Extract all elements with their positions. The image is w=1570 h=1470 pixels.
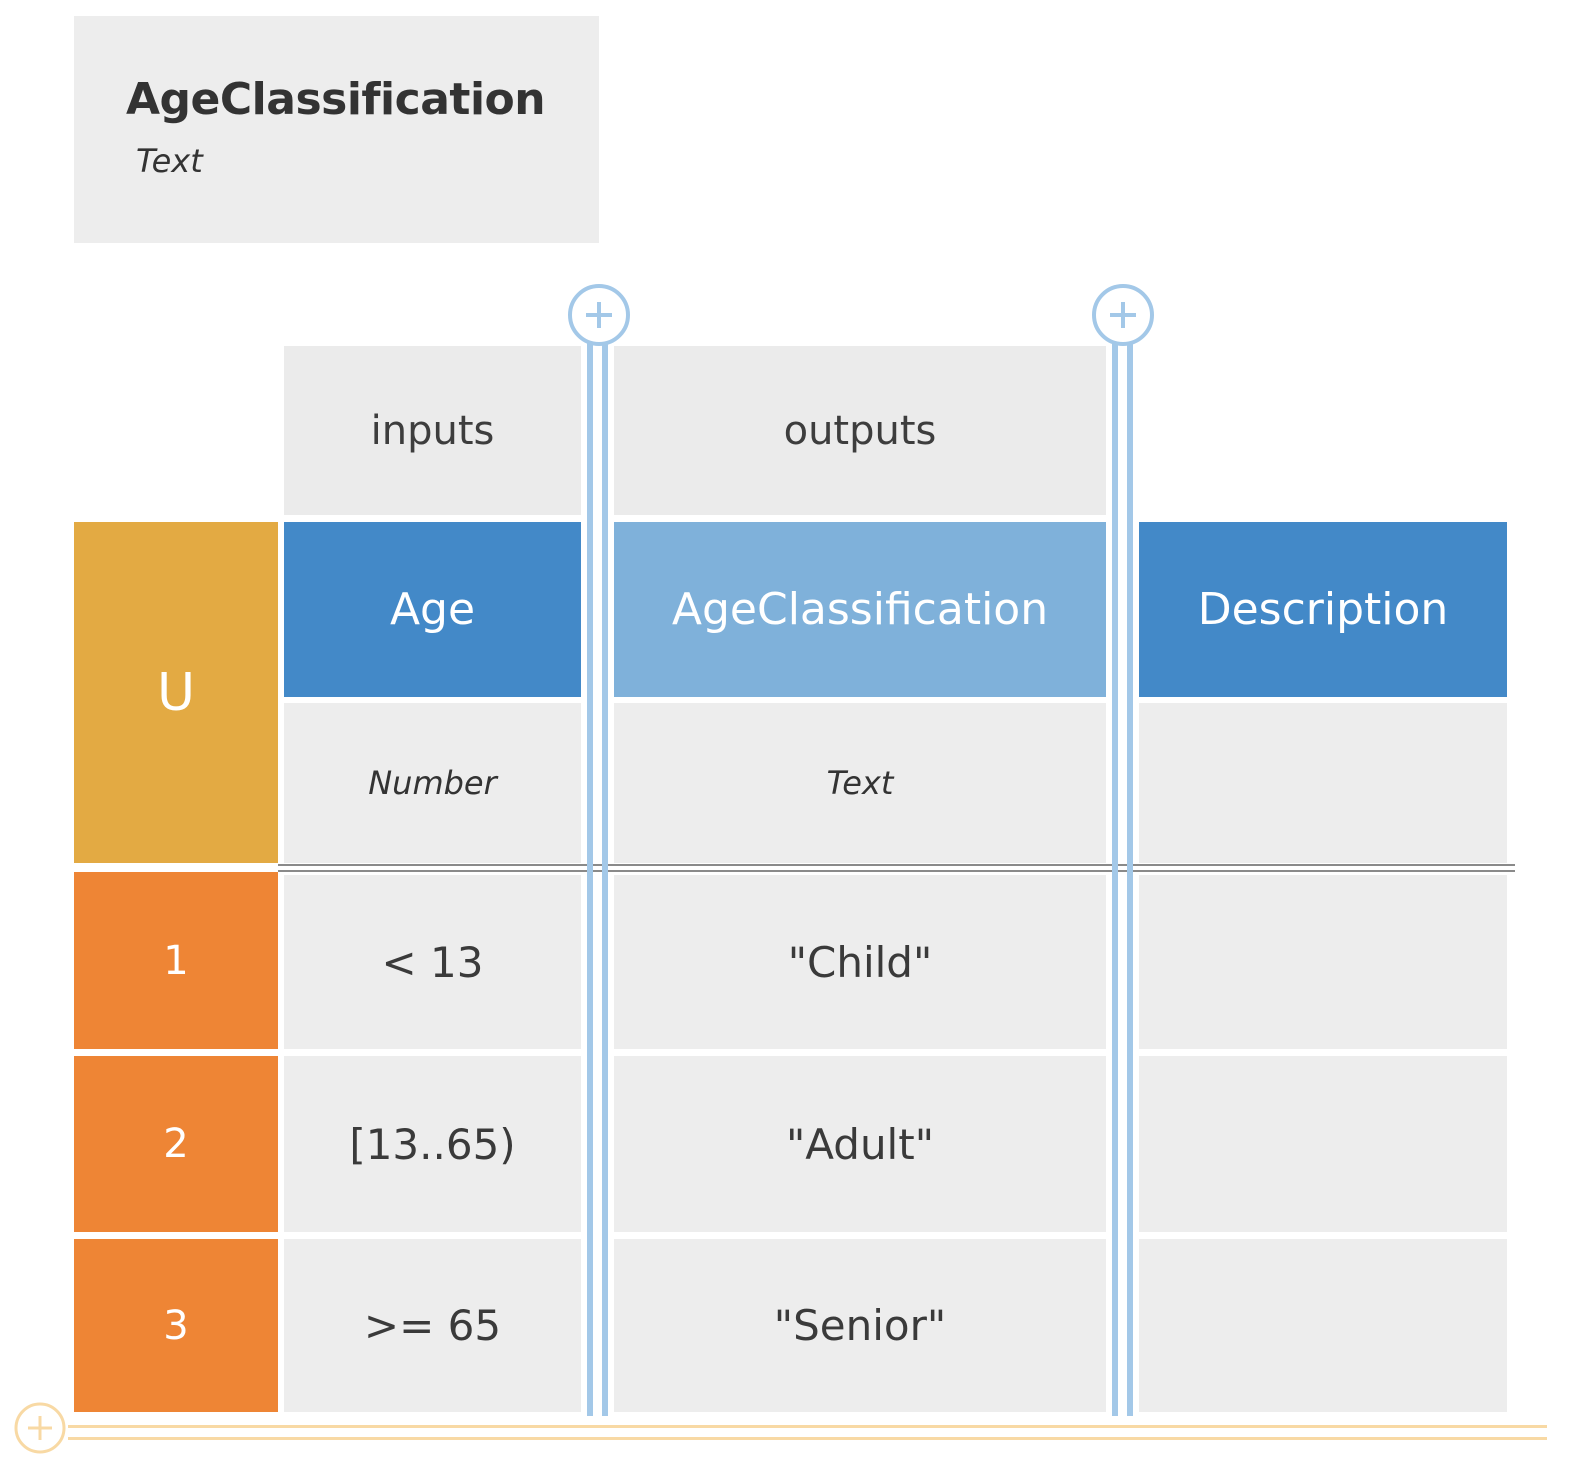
rule-number-1[interactable]: 1 xyxy=(74,872,278,1049)
column-header-description[interactable]: Description xyxy=(1139,522,1507,697)
output-column-connector-line xyxy=(1127,340,1133,1416)
rule-1-description-cell[interactable] xyxy=(1139,875,1507,1049)
rule-3-classification-cell[interactable]: "Senior" xyxy=(614,1239,1106,1412)
rule-2-classification-cell[interactable]: "Adult" xyxy=(614,1056,1106,1232)
column-header-ageclassification[interactable]: AgeClassification xyxy=(614,522,1106,697)
header-separator-line xyxy=(278,864,1515,866)
add-output-column-button[interactable] xyxy=(1090,283,1156,349)
decision-name-box[interactable] xyxy=(74,16,599,243)
decision-name[interactable]: AgeClassification xyxy=(126,74,546,125)
rule-connector-line xyxy=(68,1425,1547,1428)
rule-1-classification-cell[interactable]: "Child" xyxy=(614,875,1106,1049)
hit-policy-cell[interactable]: U xyxy=(74,522,278,863)
outputs-group-header: outputs xyxy=(614,346,1106,515)
rule-3-age-cell[interactable]: >= 65 xyxy=(284,1239,581,1412)
inputs-group-header: inputs xyxy=(284,346,581,515)
header-separator-line xyxy=(278,870,1515,872)
rule-3-description-cell[interactable] xyxy=(1139,1239,1507,1412)
column-header-age[interactable]: Age xyxy=(284,522,581,697)
decision-type: Text xyxy=(136,142,203,180)
column-type-ageclassification[interactable]: Text xyxy=(614,703,1106,863)
add-input-column-button[interactable] xyxy=(566,283,632,349)
input-column-connector-line xyxy=(602,340,608,1416)
column-type-description xyxy=(1139,703,1507,863)
input-column-connector-line xyxy=(587,340,593,1416)
rule-connector-line xyxy=(68,1437,1547,1440)
rule-number-3[interactable]: 3 xyxy=(74,1239,278,1412)
output-column-connector-line xyxy=(1112,340,1118,1416)
add-rule-button[interactable] xyxy=(13,1402,67,1456)
rule-number-2[interactable]: 2 xyxy=(74,1056,278,1232)
rule-2-description-cell[interactable] xyxy=(1139,1056,1507,1232)
column-type-age[interactable]: Number xyxy=(284,703,581,863)
rule-1-age-cell[interactable]: < 13 xyxy=(284,875,581,1049)
rule-2-age-cell[interactable]: [13..65) xyxy=(284,1056,581,1232)
